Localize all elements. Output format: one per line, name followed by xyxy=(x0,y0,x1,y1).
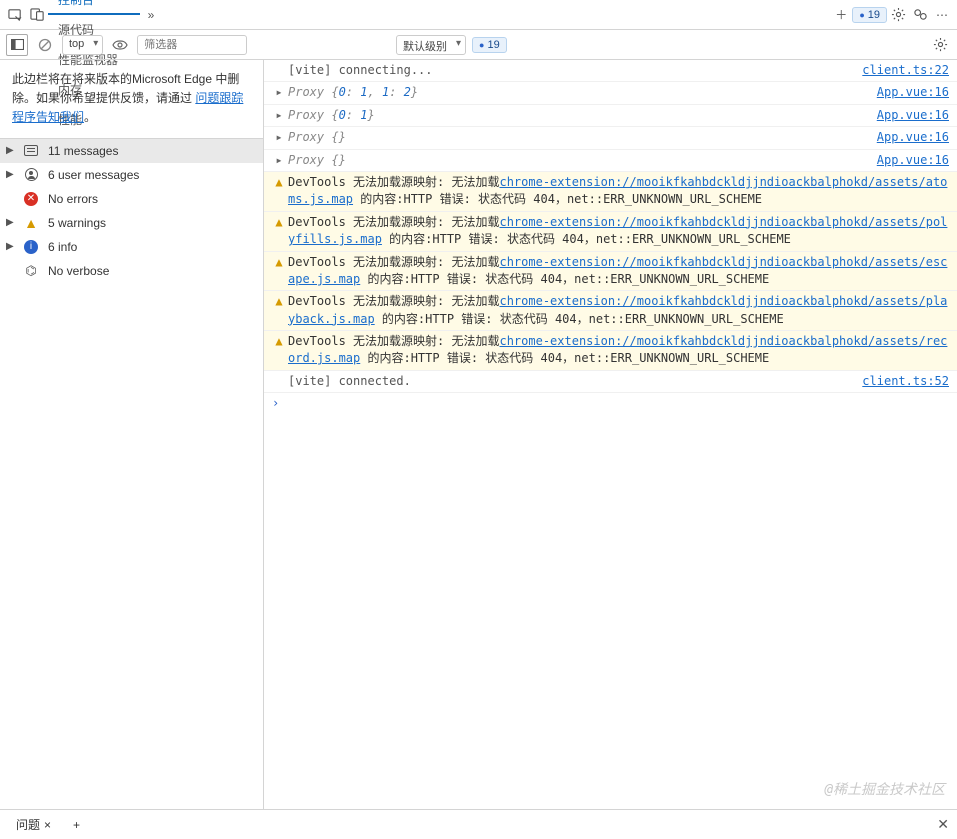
warning-icon: ▲ xyxy=(272,293,286,310)
toggle-sidebar-icon[interactable] xyxy=(6,34,28,56)
console-line: ▲DevTools 无法加载源映射: 无法加载chrome-extension:… xyxy=(264,252,957,292)
source-link[interactable]: client.ts:52 xyxy=(862,373,949,390)
source-map-url[interactable]: chrome-extension://mooikfkahbdckldjjndio… xyxy=(288,294,947,325)
console-settings-icon[interactable] xyxy=(929,34,951,56)
user-icon xyxy=(22,166,40,184)
context-selector[interactable]: top xyxy=(62,35,103,55)
expand-icon: ▶ xyxy=(6,241,14,252)
sidebar-msg-bug[interactable]: ⌬ No verbose xyxy=(0,259,263,283)
deprecation-notice: 此边栏将在将来版本的Microsoft Edge 中删除。如果你希望提供反馈，请… xyxy=(0,60,263,139)
sidebar-msg-err[interactable]: ✕ No errors xyxy=(0,187,263,211)
warning-icon: ▲ xyxy=(272,254,286,271)
watermark: @稀土掘金技术社区 xyxy=(825,779,945,799)
level-selector[interactable]: 默认级别 xyxy=(396,35,466,55)
log-text: [vite] connecting... xyxy=(288,62,854,79)
log-text: DevTools 无法加载源映射: 无法加载chrome-extension:/… xyxy=(288,254,949,289)
bug-icon: ⌬ xyxy=(22,262,40,280)
source-map-url[interactable]: chrome-extension://mooikfkahbdckldjjndio… xyxy=(288,215,947,246)
log-text: DevTools 无法加载源映射: 无法加载chrome-extension:/… xyxy=(288,214,949,249)
log-text: Proxy {0: 1} xyxy=(288,107,869,124)
device-icon[interactable] xyxy=(26,4,48,26)
console-line: ▸Proxy {0: 1, 1: 2} App.vue:16 xyxy=(264,82,957,104)
live-expression-icon[interactable] xyxy=(109,34,131,56)
feedback-icon[interactable] xyxy=(909,4,931,26)
warning-icon: ▲ xyxy=(272,174,286,191)
issues-badge[interactable]: 19 xyxy=(852,7,887,23)
expand-icon: ▶ xyxy=(6,169,14,180)
sidebar-msg-warn[interactable]: ▶ ▲ 5 warnings xyxy=(0,211,263,235)
msg-label: 11 messages xyxy=(48,144,118,158)
menu-icon[interactable]: ⋯ xyxy=(931,4,953,26)
source-map-url[interactable]: chrome-extension://mooikfkahbdckldjjndio… xyxy=(288,255,947,286)
clear-console-icon[interactable] xyxy=(34,34,56,56)
source-link[interactable]: App.vue:16 xyxy=(877,107,949,124)
add-tab-icon[interactable]: ＋ xyxy=(830,4,852,26)
log-text: DevTools 无法加载源映射: 无法加载chrome-extension:/… xyxy=(288,293,949,328)
console-line: [vite] connected. client.ts:52 xyxy=(264,371,957,393)
console-line: ▲DevTools 无法加载源映射: 无法加载chrome-extension:… xyxy=(264,331,957,371)
tab-4[interactable]: 控制台 xyxy=(48,0,140,15)
console-line: ▸Proxy {} App.vue:16 xyxy=(264,127,957,149)
main-area: 此边栏将在将来版本的Microsoft Edge 中删除。如果你希望提供反馈，请… xyxy=(0,60,957,809)
close-drawer-icon[interactable]: ✕ xyxy=(937,816,949,833)
expand-icon: ▶ xyxy=(6,145,14,156)
msg-label: No errors xyxy=(48,192,98,206)
toolbar-issues-badge[interactable]: 19 xyxy=(472,37,507,53)
settings-icon[interactable] xyxy=(887,4,909,26)
close-tab-icon[interactable]: × xyxy=(44,818,51,832)
sidebar-msg-info[interactable]: ▶ i 6 info xyxy=(0,235,263,259)
source-link[interactable]: client.ts:22 xyxy=(862,62,949,79)
devtools-tabs: 欢迎开发人员资源CSS 概述元素控制台源代码性能监视器内存性能应用程序 » ＋ … xyxy=(0,0,957,30)
msg-label: 6 user messages xyxy=(48,168,139,182)
console-line: ▲DevTools 无法加载源映射: 无法加载chrome-extension:… xyxy=(264,291,957,331)
warn-icon: ▲ xyxy=(22,214,40,232)
console-line: ▲DevTools 无法加载源映射: 无法加载chrome-extension:… xyxy=(264,172,957,212)
console-line: ▲DevTools 无法加载源映射: 无法加载chrome-extension:… xyxy=(264,212,957,252)
source-link[interactable]: App.vue:16 xyxy=(877,129,949,146)
expand-icon[interactable]: ▸ xyxy=(272,152,286,169)
sidebar-msg-list[interactable]: ▶ 11 messages xyxy=(0,139,263,163)
console-toolbar: top 默认级别 19 xyxy=(0,30,957,60)
source-map-url[interactable]: chrome-extension://mooikfkahbdckldjjndio… xyxy=(288,175,947,206)
inspect-icon[interactable] xyxy=(4,4,26,26)
source-link[interactable]: App.vue:16 xyxy=(877,84,949,101)
console-line: [vite] connecting... client.ts:22 xyxy=(264,60,957,82)
log-text: DevTools 无法加载源映射: 无法加载chrome-extension:/… xyxy=(288,333,949,368)
add-drawer-tab-icon[interactable]: + xyxy=(65,814,88,836)
log-text: DevTools 无法加载源映射: 无法加载chrome-extension:/… xyxy=(288,174,949,209)
drawer-footer: 问题 × + ✕ xyxy=(0,809,957,839)
info-icon: i xyxy=(22,238,40,256)
log-text: [vite] connected. xyxy=(288,373,854,390)
log-text: Proxy {} xyxy=(288,152,869,169)
log-text: Proxy {0: 1, 1: 2} xyxy=(288,84,869,101)
console-line: ▸Proxy {} App.vue:16 xyxy=(264,150,957,172)
drawer-tab-label: 问题 xyxy=(16,816,40,833)
filter-input[interactable] xyxy=(137,35,247,55)
expand-icon[interactable]: ▸ xyxy=(272,107,286,124)
source-map-url[interactable]: chrome-extension://mooikfkahbdckldjjndio… xyxy=(288,334,947,365)
deprecation-text-after: 。 xyxy=(84,110,96,124)
source-link[interactable]: App.vue:16 xyxy=(877,152,949,169)
console-prompt[interactable]: › xyxy=(264,393,957,413)
warning-icon: ▲ xyxy=(272,214,286,231)
expand-icon: ▶ xyxy=(6,217,14,228)
msg-label: No verbose xyxy=(48,264,109,278)
console-line: ▸Proxy {0: 1} App.vue:16 xyxy=(264,105,957,127)
warning-icon: ▲ xyxy=(272,333,286,350)
expand-icon[interactable]: ▸ xyxy=(272,84,286,101)
sidebar: 此边栏将在将来版本的Microsoft Edge 中删除。如果你希望提供反馈，请… xyxy=(0,60,264,809)
msg-label: 5 warnings xyxy=(48,216,106,230)
more-tabs-icon[interactable]: » xyxy=(140,4,162,26)
drawer-tab-issues[interactable]: 问题 × xyxy=(8,812,59,837)
expand-icon[interactable]: ▸ xyxy=(272,129,286,146)
msg-label: 6 info xyxy=(48,240,77,254)
err-icon: ✕ xyxy=(22,190,40,208)
log-text: Proxy {} xyxy=(288,129,869,146)
console-output: [vite] connecting...client.ts:22▸Proxy {… xyxy=(264,60,957,809)
list-icon xyxy=(22,142,40,160)
sidebar-msg-user[interactable]: ▶ 6 user messages xyxy=(0,163,263,187)
